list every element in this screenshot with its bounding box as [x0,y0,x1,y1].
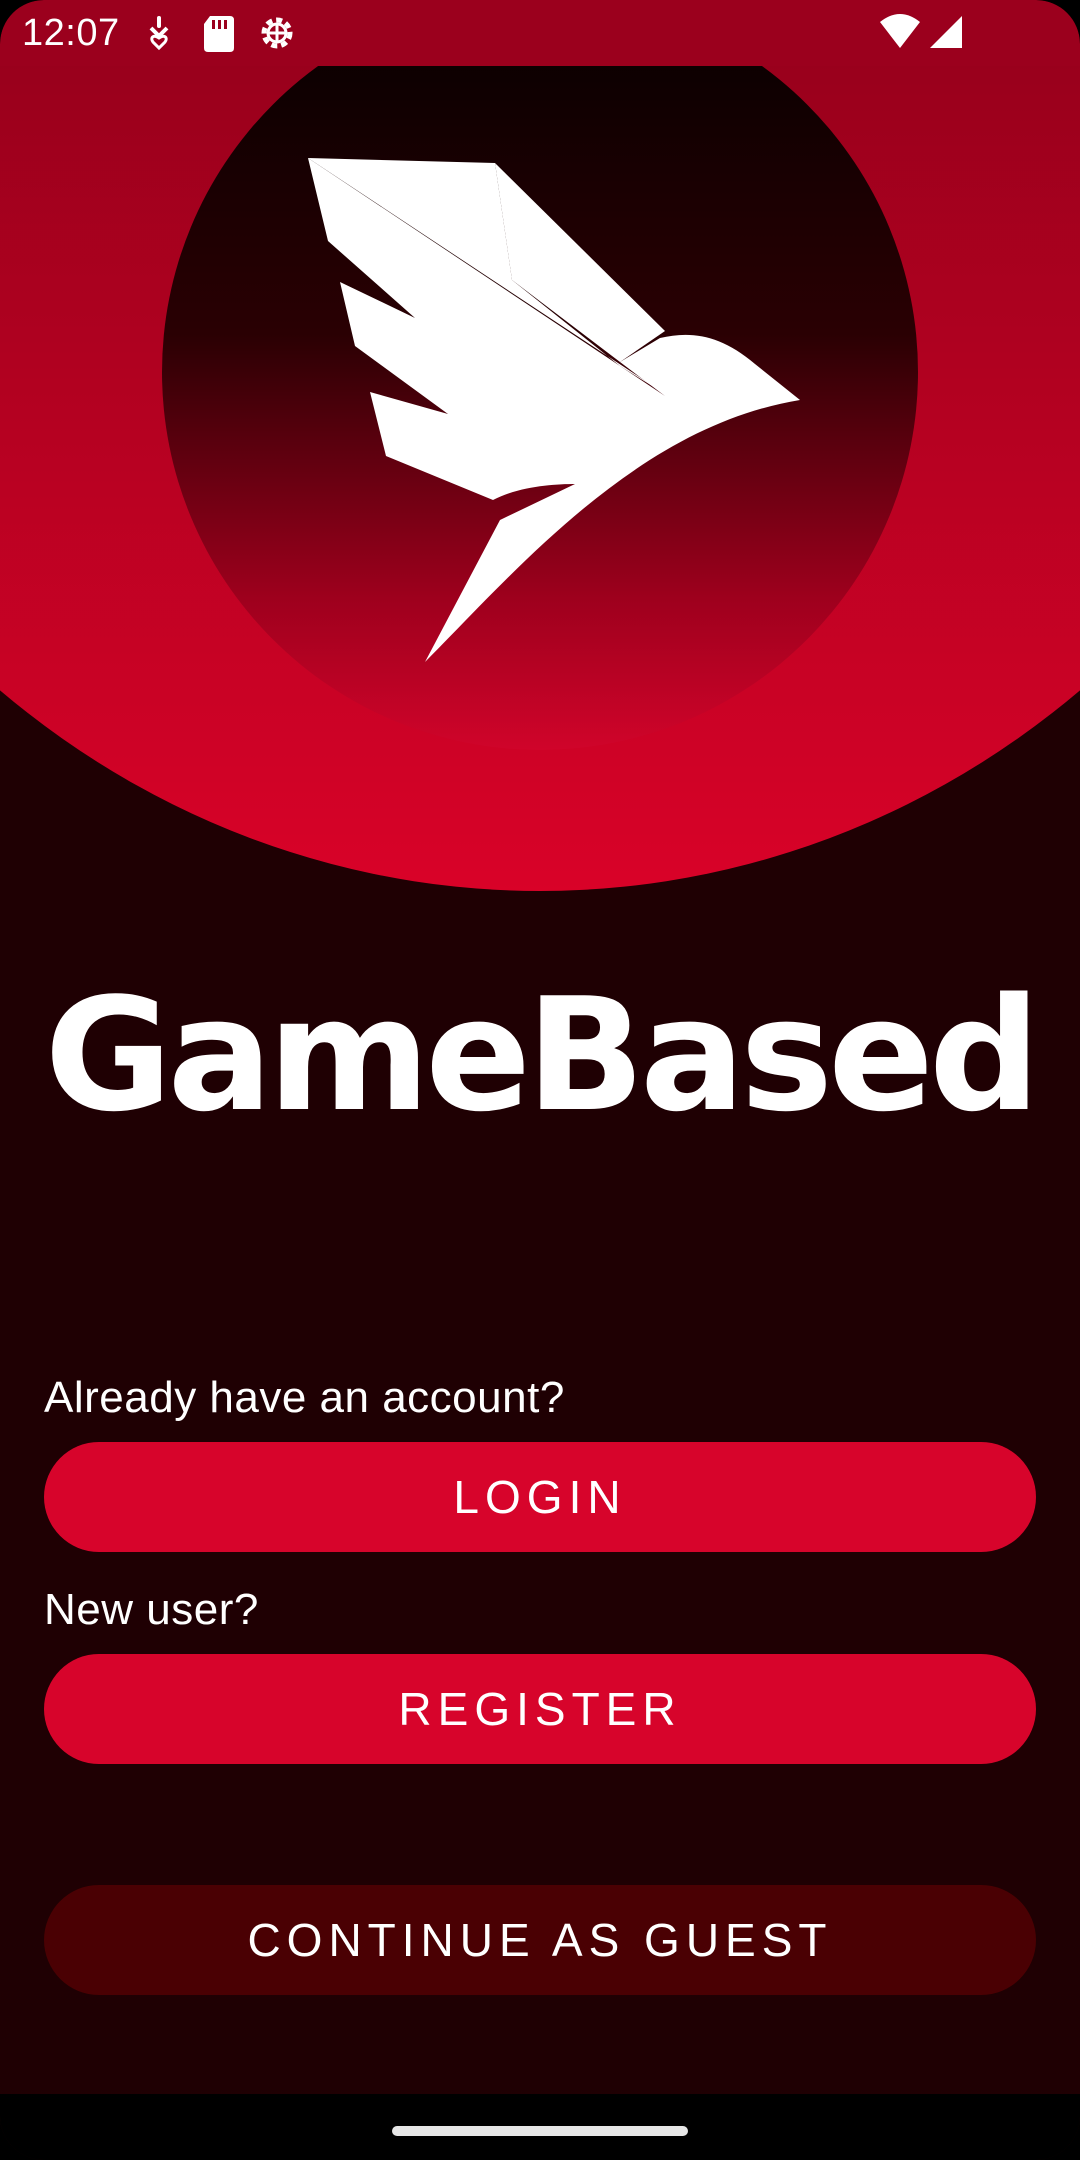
signal-icon [930,16,962,48]
hero-banner [0,66,1080,896]
heart-pin-icon [149,16,169,51]
status-time: 12:07 [22,12,120,54]
continue-as-guest-button[interactable]: CONTINUE AS GUEST [44,1885,1036,1995]
home-gesture-handle[interactable] [392,2126,688,2136]
register-prompt: New user? [44,1585,259,1634]
settings-gear-icon [261,17,293,49]
app-title: GameBased [44,964,1040,1146]
status-bar: 12:07 [0,0,1080,66]
hero-background [0,66,1080,891]
login-prompt: Already have an account? [44,1373,565,1422]
wifi-icon [880,14,920,48]
welcome-screen: 12:07 GameBased Already have an account?… [0,0,1080,2160]
register-button[interactable]: REGISTER [44,1654,1036,1764]
login-button[interactable]: LOGIN [44,1442,1036,1552]
navigation-bar [0,2094,1080,2160]
sd-card-icon [204,16,234,52]
